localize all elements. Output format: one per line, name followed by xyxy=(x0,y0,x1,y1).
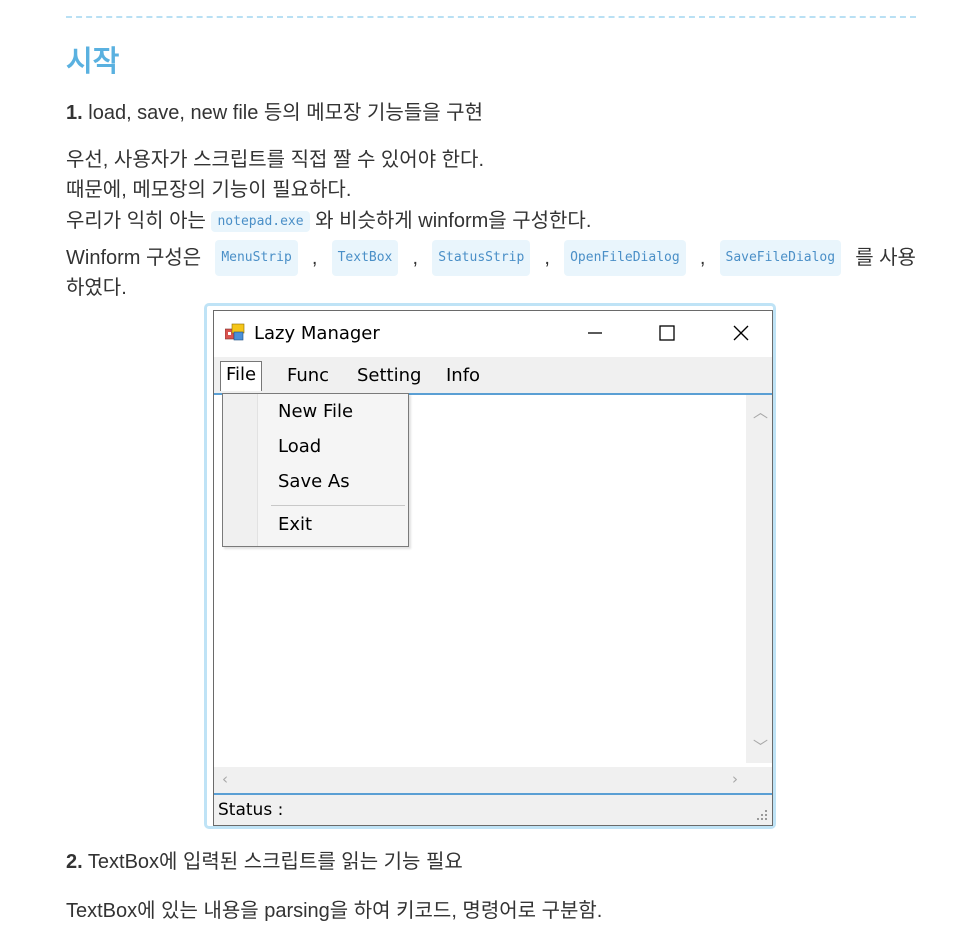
comma: , xyxy=(311,247,318,269)
comma: , xyxy=(412,247,419,269)
menu-setting[interactable]: Setting xyxy=(353,363,425,388)
app-icon xyxy=(225,323,245,341)
para1-line3: 우리가 익히 아는 notepad.exe 와 비슷하게 winform을 구성… xyxy=(66,206,591,237)
scrollbar-corner xyxy=(746,767,772,793)
para2-line1: TextBox에 있는 내용을 parsing을 하여 키코드, 명령어로 구분… xyxy=(66,900,603,922)
step1-number: 1. xyxy=(66,102,83,124)
menu-item-save-as[interactable]: Save As xyxy=(278,471,350,492)
scroll-right-icon[interactable]: › xyxy=(732,770,738,788)
menu-item-new-file[interactable]: New File xyxy=(278,401,353,422)
para1-line5: 하였다. xyxy=(66,277,127,299)
inline-code-statusstrip: StatusStrip xyxy=(432,240,531,276)
inline-code-menustrip: MenuStrip xyxy=(215,240,298,276)
inline-code-notepad: notepad.exe xyxy=(211,211,310,232)
para1-line1: 우선, 사용자가 스크립트를 직접 짤 수 있어야 한다. xyxy=(66,149,485,171)
menu-info[interactable]: Info xyxy=(442,363,484,388)
file-dropdown-menu: New File Load Save As Exit xyxy=(222,393,409,547)
inline-code-textbox: TextBox xyxy=(331,240,399,276)
comma: , xyxy=(699,247,706,269)
close-icon xyxy=(733,325,749,341)
para1-line2: 때문에, 메모장의 기능이 필요하다. xyxy=(66,179,352,201)
menu-func[interactable]: Func xyxy=(283,363,333,388)
status-strip: Status : xyxy=(214,795,772,825)
para1-line3-pre: 우리가 익히 아는 xyxy=(66,210,206,232)
dropdown-separator xyxy=(271,505,405,506)
section-heading: 시작 xyxy=(66,46,120,78)
inline-code-savefiledialog: SaveFileDialog xyxy=(719,240,842,276)
scroll-up-icon[interactable]: ︿ xyxy=(753,401,768,422)
menu-file[interactable]: File xyxy=(220,361,263,391)
horizontal-scrollbar[interactable]: ‹ › xyxy=(214,767,746,793)
screenshot-frame: Lazy Manager File Func Setting Info ︿ ﹀ xyxy=(204,303,776,829)
resize-grip-icon[interactable] xyxy=(756,809,768,821)
menu-item-load[interactable]: Load xyxy=(278,436,321,457)
status-label: Status : xyxy=(218,800,284,820)
comma: , xyxy=(544,247,550,269)
step2-text: TextBox에 입력된 스크립트를 읽는 기능 필요 xyxy=(87,851,463,873)
step2-heading: 2. TextBox에 입력된 스크립트를 읽는 기능 필요 xyxy=(66,847,463,877)
minimize-button[interactable] xyxy=(572,317,618,349)
menu-item-exit[interactable]: Exit xyxy=(278,514,312,535)
window-title: Lazy Manager xyxy=(254,323,380,344)
maximize-icon xyxy=(659,325,675,341)
para1-line4-pre: Winform 구성은 xyxy=(66,247,202,269)
section-divider xyxy=(66,16,916,18)
title-bar[interactable]: Lazy Manager xyxy=(214,311,772,357)
scroll-down-icon[interactable]: ﹀ xyxy=(753,736,768,757)
step2-number: 2. xyxy=(66,851,83,873)
minimize-icon xyxy=(588,332,602,334)
para1-line4-post: 를 사용 xyxy=(855,247,916,269)
lazy-manager-window: Lazy Manager File Func Setting Info ︿ ﹀ xyxy=(213,310,773,826)
inline-code-openfiledialog: OpenFileDialog xyxy=(564,240,686,276)
maximize-button[interactable] xyxy=(644,317,690,349)
dropdown-icon-gutter xyxy=(223,394,258,546)
para1-line4: Winform 구성은 MenuStrip , TextBox , Status… xyxy=(66,240,916,276)
step1-text: load, save, new file 등의 메모장 기능들을 구현 xyxy=(88,102,483,124)
vertical-scrollbar[interactable]: ︿ ﹀ xyxy=(746,395,772,763)
para1-line3-post: 와 비슷하게 winform을 구성한다. xyxy=(315,210,592,232)
close-button[interactable] xyxy=(718,317,764,349)
menu-strip: File Func Setting Info xyxy=(214,357,772,393)
step1-heading: 1. load, save, new file 등의 메모장 기능들을 구현 xyxy=(66,98,483,128)
scroll-left-icon[interactable]: ‹ xyxy=(222,770,228,788)
